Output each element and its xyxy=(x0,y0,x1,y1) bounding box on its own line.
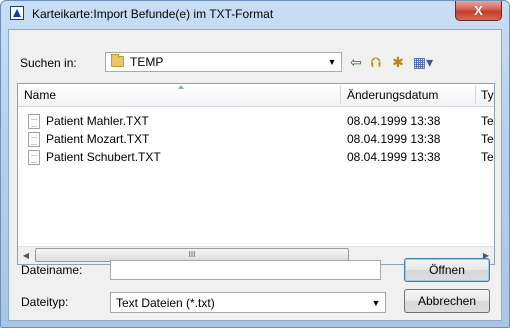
view-menu-icon[interactable]: ▦▾ xyxy=(411,52,435,72)
scroll-left-icon[interactable]: ◀ xyxy=(18,247,34,264)
file-date: 08.04.1999 13:38 xyxy=(347,114,441,128)
file-type: Te xyxy=(481,114,494,128)
filetype-label: Dateityp: xyxy=(21,295,69,309)
file-name: Patient Mozart.TXT xyxy=(46,132,150,146)
file-type: Te xyxy=(481,150,494,164)
open-button[interactable]: Öffnen xyxy=(404,258,490,282)
look-in-dropdown[interactable]: TEMP ▼ xyxy=(105,52,342,72)
open-file-dialog: Karteikarte:Import Befunde(e) im TXT-For… xyxy=(0,0,510,328)
file-row[interactable]: Patient Mozart.TXT 08.04.1999 13:38 Te xyxy=(18,130,494,149)
file-type: Te xyxy=(481,132,494,146)
column-header-date[interactable]: Änderungsdatum xyxy=(347,84,471,106)
window-title: Karteikarte:Import Befunde(e) im TXT-For… xyxy=(32,7,274,21)
chevron-down-icon[interactable]: ▼ xyxy=(369,296,383,310)
new-folder-icon[interactable]: ✱ xyxy=(389,52,407,72)
folder-icon xyxy=(111,54,124,67)
filetype-value: Text Dateien (*.txt) xyxy=(116,296,215,310)
up-folder-icon[interactable]: ⮉ xyxy=(367,52,385,72)
file-name: Patient Mahler.TXT xyxy=(46,114,149,128)
dialog-client-area: Suchen in: TEMP ▼ ⇦ ⮉ ✱ ▦▾ Name Änderung… xyxy=(8,29,502,321)
list-header: Name Änderungsdatum Ty xyxy=(18,84,494,107)
chevron-down-icon[interactable]: ▼ xyxy=(325,55,339,69)
text-file-icon xyxy=(28,114,40,129)
column-header-type[interactable]: Ty xyxy=(481,84,494,106)
filetype-dropdown[interactable]: Text Dateien (*.txt) ▼ xyxy=(110,292,386,313)
file-date: 08.04.1999 13:38 xyxy=(347,150,441,164)
filename-label: Dateiname: xyxy=(21,263,83,277)
text-file-icon xyxy=(28,132,40,147)
file-date: 08.04.1999 13:38 xyxy=(347,132,441,146)
file-row[interactable]: Patient Mahler.TXT 08.04.1999 13:38 Te xyxy=(18,112,494,131)
app-icon xyxy=(10,6,24,20)
file-row[interactable]: Patient Schubert.TXT 08.04.1999 13:38 Te xyxy=(18,148,494,167)
column-header-name[interactable]: Name xyxy=(24,84,324,106)
title-bar[interactable]: Karteikarte:Import Befunde(e) im TXT-For… xyxy=(1,1,509,28)
file-list[interactable]: Name Änderungsdatum Ty Patient Mahler.TX… xyxy=(17,83,495,265)
column-divider[interactable] xyxy=(340,86,341,104)
close-button[interactable]: X xyxy=(455,1,502,21)
cancel-button[interactable]: Abbrechen xyxy=(404,289,490,313)
look-in-value: TEMP xyxy=(130,55,164,69)
column-divider[interactable] xyxy=(475,86,476,104)
look-in-label: Suchen in: xyxy=(20,56,77,70)
file-name: Patient Schubert.TXT xyxy=(46,150,161,164)
filename-input[interactable] xyxy=(110,260,381,280)
text-file-icon xyxy=(28,150,40,165)
back-arrow-icon[interactable]: ⇦ xyxy=(347,52,365,72)
